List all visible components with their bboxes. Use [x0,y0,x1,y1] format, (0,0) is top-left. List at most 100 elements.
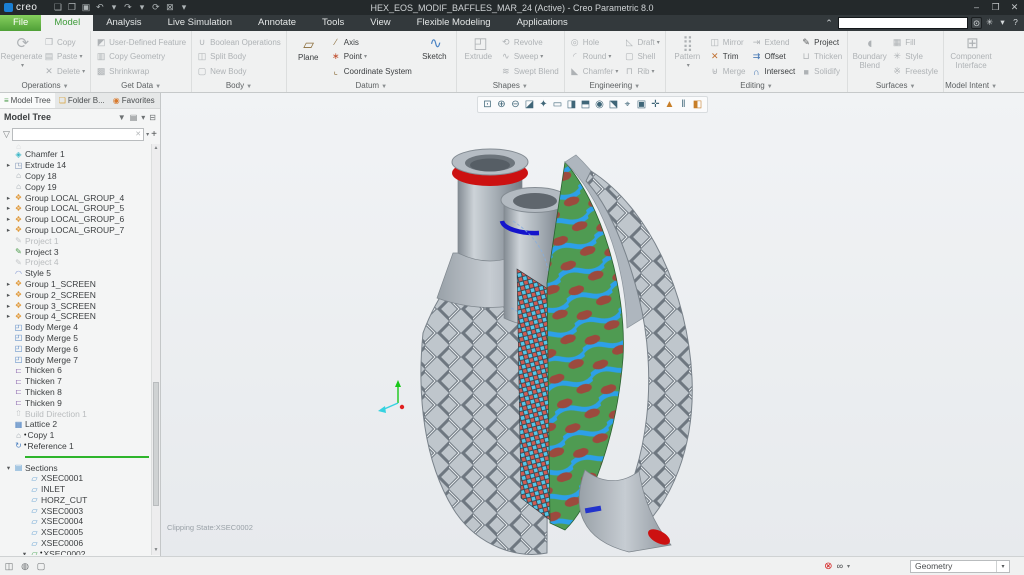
tab-annotate[interactable]: Annotate [245,15,309,31]
coordinate-system-button[interactable]: Coordinate System [329,64,414,79]
tree-item[interactable] [0,451,151,462]
tree-item[interactable]: Thicken 7 [0,376,151,387]
solidify-button[interactable]: Solidify [799,64,844,79]
tree-item[interactable]: Project 3 [0,246,151,257]
sketch-button[interactable]: Sketch [416,33,453,79]
customize-toolbar-icon[interactable]: ▾ [177,0,190,15]
spin-center-icon[interactable]: ✛ [649,97,662,113]
minimize-button[interactable]: – [967,0,986,15]
operations-group-label[interactable]: Operations ▼ [0,79,90,92]
tree-item[interactable]: Chamfer 1 [0,149,151,160]
tree-item[interactable]: Build Direction 1 [0,408,151,419]
pause-icon[interactable]: ‖ [677,97,690,113]
scroll-down-icon[interactable]: ▼ [152,546,160,555]
tree-item[interactable]: HORZ_CUT [0,495,151,506]
resources-dropdown-icon[interactable]: ▾ [997,17,1008,29]
nav-tab-model-tree[interactable]: ≡ Model Tree [0,93,55,108]
tree-item[interactable]: • Reference 1 [0,441,151,452]
datum-display-icon[interactable]: ⌖ [621,97,634,113]
tree-item[interactable]: Lattice 2 [0,419,151,430]
fill-button[interactable]: Fill [890,35,940,50]
resources-icon[interactable]: ✳ [984,17,995,29]
copy-button[interactable]: Copy [42,35,87,50]
appearance-icon[interactable]: ▲ [663,97,676,113]
tree-item[interactable]: Copy 18 [0,171,151,182]
tree-expand-arrow[interactable] [4,280,13,288]
body-group-label[interactable]: Body ▼ [192,79,286,92]
merge-button[interactable]: Merge [708,64,748,79]
get-data-group-label[interactable]: Get Data ▼ [91,79,191,92]
regenerate-button[interactable]: Regenerate ▾ [1,33,43,79]
tree-item[interactable]: Extrude 14 [0,160,151,171]
tree-item[interactable]: Project 4 [0,257,151,268]
repaint-icon[interactable]: ◪ [523,97,536,113]
tree-item[interactable]: Group LOCAL_GROUP_6 [0,214,151,225]
search-model-dropdown-icon[interactable]: ▾ [847,563,850,570]
tree-item[interactable]: XSEC0003 [0,505,151,516]
zoom-out-icon[interactable]: ⊖ [509,97,522,113]
tree-expand-arrow[interactable] [4,194,13,202]
graphics-viewport[interactable]: ⊡ ⊕ ⊖ ◪ ✦ ▭ ◨ ⬒ ◉ ⬔ ⌖ ▣ ✛ ▲ ‖ ◧ Clipping State:XSEC0002 [161,93,1024,556]
tree-item[interactable]: • XSEC0002 [0,548,151,555]
tree-item[interactable]: Sections [0,462,151,473]
tree-expand-arrow[interactable] [4,302,13,310]
tree-item[interactable]: Group 3_SCREEN [0,300,151,311]
display-style-icon[interactable]: ◉ [593,97,606,113]
tree-item[interactable]: Group LOCAL_GROUP_7 [0,225,151,236]
shapes-group-label[interactable]: Shapes ▼ [457,79,564,92]
revolve-button[interactable]: Revolve [499,35,561,50]
tab-flexible-modeling[interactable]: Flexible Modeling [404,15,504,31]
selection-filter-dropdown[interactable]: Geometry ▾ [910,559,1010,573]
tab-file[interactable]: File [0,15,42,31]
round-button[interactable]: Round▾ [568,50,621,65]
tree-scrollbar[interactable]: ▲ ▼ [151,144,160,555]
tab-model[interactable]: Model [41,15,94,31]
boundary-blend-button[interactable]: Boundary Blend [851,33,888,79]
tree-item[interactable]: Group LOCAL_GROUP_5 [0,203,151,214]
project-button[interactable]: Project [799,35,844,50]
tree-options-dropdown-icon[interactable]: ▾ [141,113,145,122]
search-model-icon[interactable]: ∞ [837,561,843,571]
tree-item[interactable]: Project 1 [0,235,151,246]
tree-expand-arrow[interactable] [4,161,13,169]
shell-button[interactable]: Shell [622,50,661,65]
split-body-button[interactable]: Split Body [195,50,283,65]
section-icon[interactable]: ⬔ [607,97,620,113]
realtime-render-icon[interactable]: ◧ [691,97,704,113]
tree-filters-icon[interactable]: ▼ [118,113,126,122]
tree-expand-arrow[interactable] [4,291,13,299]
shrinkwrap-button[interactable]: Shrinkwrap [94,64,188,79]
view-normal-icon[interactable]: ◨ [565,97,578,113]
close-button[interactable]: ✕ [1005,0,1024,15]
model-intent-group-label[interactable]: Model Intent ▼ [944,79,998,92]
tree-item[interactable]: Group 1_SCREEN [0,279,151,290]
regeneration-alert-icon[interactable]: ⊗ [824,561,832,572]
new-file-icon[interactable]: ❏ [51,0,64,15]
redo-icon[interactable]: ↷ [121,0,134,15]
chamfer-button[interactable]: Chamfer▾ [568,64,621,79]
tab-analysis[interactable]: Analysis [93,15,154,31]
tree-item[interactable]: Group LOCAL_GROUP_4 [0,192,151,203]
annotation-display-icon[interactable]: ▣ [635,97,648,113]
filter-clear-icon[interactable]: ✕ [135,130,141,138]
web-browser-toggle-icon[interactable]: ◍ [19,561,31,572]
open-file-icon[interactable]: ❐ [65,0,78,15]
freestyle-button[interactable]: Freestyle [890,64,940,79]
tree-item[interactable]: • Copy 1 [0,430,151,441]
datum-group-label[interactable]: Datum ▼ [287,79,456,92]
tree-expand-arrow[interactable] [4,215,13,223]
collapse-ribbon-icon[interactable]: ⌃ [823,18,835,29]
tree-expand-arrow[interactable] [20,550,29,555]
nav-tab-favorites[interactable]: ◉ Favorites [109,93,159,108]
editing-group-label[interactable]: Editing ▼ [666,79,847,92]
tree-expand-arrow[interactable] [4,464,13,472]
tab-applications[interactable]: Applications [504,15,581,31]
tree-item[interactable]: Body Merge 5 [0,333,151,344]
command-search-icon[interactable]: ⊙ [971,17,982,29]
command-search-input[interactable] [838,17,968,29]
swept-blend-button[interactable]: Swept Blend [499,64,561,79]
model-canvas[interactable] [161,93,1024,556]
thicken-button[interactable]: Thicken [799,50,844,65]
rib-button[interactable]: Rib▾ [622,64,661,79]
named-views-icon[interactable]: ▭ [551,97,564,113]
